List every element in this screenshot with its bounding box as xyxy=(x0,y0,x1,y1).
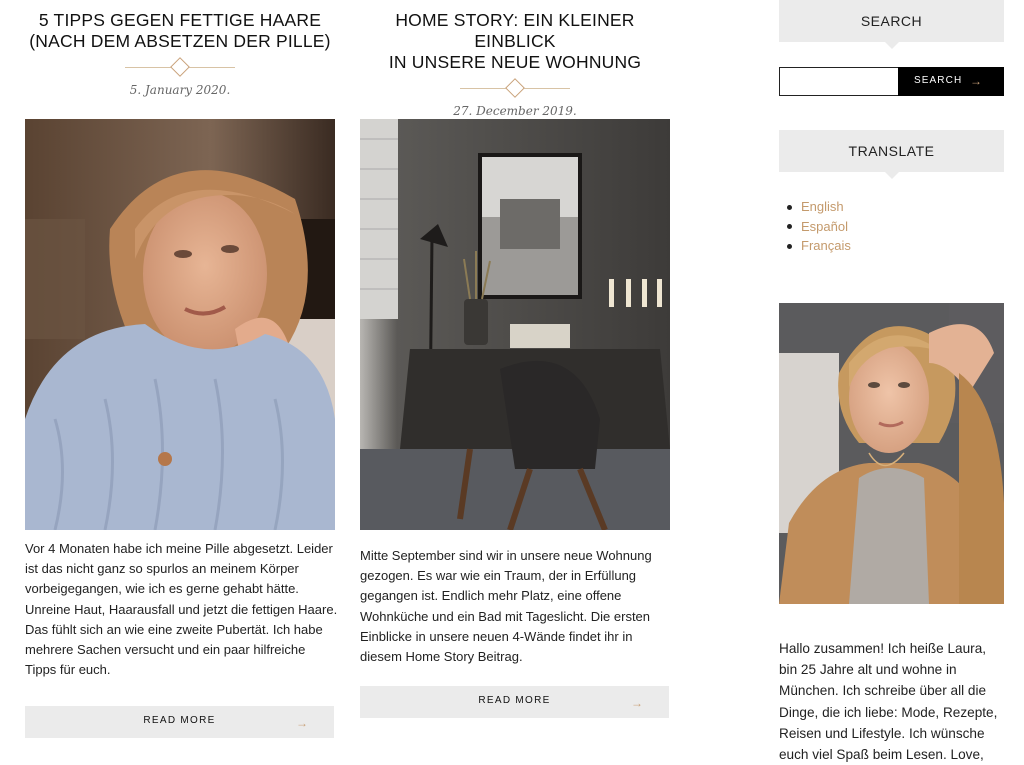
arrow-right-icon: → xyxy=(970,74,982,88)
language-link[interactable]: English xyxy=(787,197,851,217)
search-button-label: SEARCH xyxy=(914,75,963,86)
post-title-line[interactable]: in unsere neue Wohnung xyxy=(389,52,641,72)
read-more-button[interactable]: READ MORE → xyxy=(360,686,669,718)
read-more-label: READ MORE xyxy=(478,695,551,706)
search-input[interactable] xyxy=(779,67,899,96)
search-button[interactable]: SEARCH → xyxy=(898,67,1004,96)
post-title-line[interactable]: (nach dem Absetzen der Pille) xyxy=(29,31,330,51)
notch-icon xyxy=(885,172,899,179)
post-title[interactable]: Home Story: Ein kleiner Einblick in unse… xyxy=(360,10,670,73)
about-text: Hallo zusammen! Ich heiße Laura, bin 25 … xyxy=(779,641,998,763)
widget-title-text: TRANSLATE xyxy=(848,143,935,159)
read-more-label: READ MORE xyxy=(143,715,216,726)
language-list: English Español Français xyxy=(787,197,851,256)
post-title-line[interactable]: Home Story: Ein kleiner Einblick xyxy=(395,10,634,51)
about-photo xyxy=(779,303,1004,604)
read-more-button[interactable]: READ MORE → xyxy=(25,706,334,738)
translate-widget-title: TRANSLATE xyxy=(779,130,1004,179)
language-link[interactable]: Français xyxy=(787,236,851,256)
post-excerpt: Mitte September sind wir in unsere neue … xyxy=(360,548,652,665)
diamond-icon xyxy=(170,57,190,77)
post-date: 27. December 2019. xyxy=(453,104,577,118)
post-image[interactable] xyxy=(360,119,670,530)
notch-icon xyxy=(885,42,899,49)
post-card: 5 Tipps gegen fettige Haare (nach dem Ab… xyxy=(25,0,337,738)
post-title[interactable]: 5 Tipps gegen fettige Haare (nach dem Ab… xyxy=(25,10,335,52)
arrow-right-icon: → xyxy=(631,696,643,710)
post-excerpt: Vor 4 Monaten habe ich meine Pille abges… xyxy=(25,541,338,678)
post-card: Home Story: Ein kleiner Einblick in unse… xyxy=(360,0,670,718)
search-form: SEARCH → xyxy=(779,67,1004,96)
post-date: 5. January 2020. xyxy=(129,83,231,97)
title-divider xyxy=(125,57,235,77)
search-widget-title: SEARCH xyxy=(779,0,1004,49)
language-link[interactable]: Español xyxy=(787,217,851,237)
diamond-icon xyxy=(505,78,525,98)
post-image[interactable] xyxy=(25,119,335,530)
title-divider xyxy=(460,78,570,98)
widget-title-text: SEARCH xyxy=(860,13,923,29)
post-title-line[interactable]: 5 Tipps gegen fettige Haare xyxy=(39,10,321,30)
arrow-right-icon: → xyxy=(296,716,308,730)
